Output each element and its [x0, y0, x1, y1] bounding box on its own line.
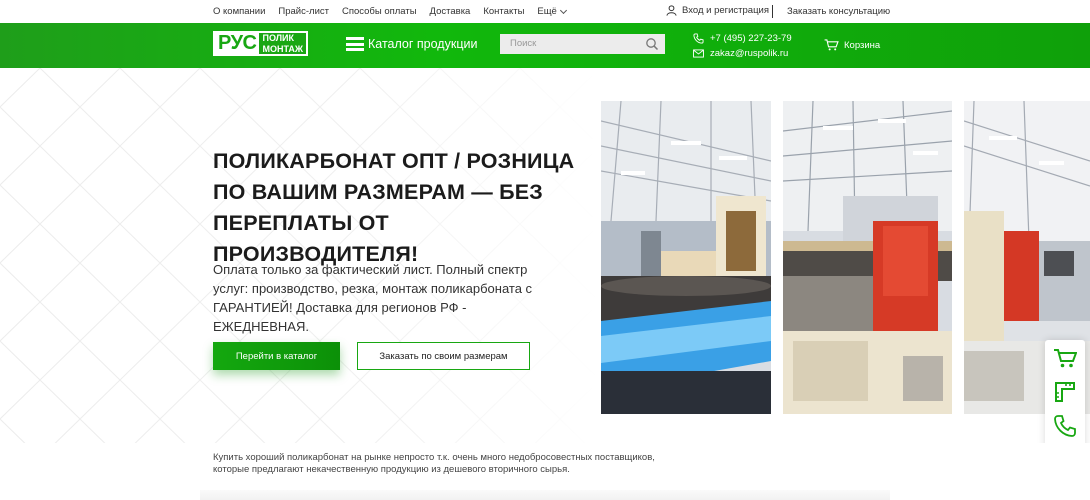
- hero-description: Оплата только за фактический лист. Полны…: [213, 262, 533, 334]
- search-placeholder: Поиск: [510, 38, 537, 49]
- factory-photo-1: [601, 101, 771, 414]
- ruler-widget-icon[interactable]: [1053, 380, 1077, 404]
- catalog-label: Каталог продукции: [368, 37, 478, 51]
- divider: [772, 5, 773, 18]
- cart-button[interactable]: Корзина: [824, 39, 880, 51]
- nav-about[interactable]: О компании: [213, 6, 265, 17]
- cart-label: Корзина: [844, 39, 881, 51]
- contacts-block: +7 (495) 227-23-79 zakaz@ruspolik.ru: [693, 31, 792, 61]
- phone-row[interactable]: +7 (495) 227-23-79: [693, 31, 792, 46]
- hero-title: ПОЛИКАРБОНАТ ОПТ / РОЗНИЦА ПО ВАШИМ РАЗМ…: [213, 149, 575, 266]
- email-address: zakaz@ruspolik.ru: [710, 48, 789, 59]
- nav-more-label: Ещё: [537, 6, 557, 17]
- burger-icon: [346, 37, 364, 51]
- chevron-down-icon: [559, 6, 567, 14]
- search-icon[interactable]: [645, 37, 659, 51]
- nav-contacts[interactable]: Контакты: [483, 6, 524, 17]
- nav-payment[interactable]: Способы оплаты: [342, 6, 417, 17]
- phone-widget-icon[interactable]: [1053, 414, 1077, 438]
- factory-photo-2: [783, 101, 952, 414]
- logo-top: ПОЛИК: [262, 33, 294, 43]
- phone-icon: [693, 33, 704, 44]
- consultation-link[interactable]: Заказать консультацию: [787, 6, 890, 17]
- top-bar: О компании Прайс-лист Способы оплаты Дос…: [0, 0, 1090, 23]
- top-nav: О компании Прайс-лист Способы оплаты Дос…: [213, 6, 579, 17]
- mail-icon: [693, 49, 704, 58]
- login-label: Вход и регистрация: [682, 5, 769, 16]
- hero-section: ПОЛИКАРБОНАТ ОПТ / РОЗНИЦА ПО ВАШИМ РАЗМ…: [0, 68, 1090, 443]
- custom-size-order-button[interactable]: Заказать по своим размерам: [357, 342, 530, 370]
- search-input[interactable]: Поиск: [500, 34, 665, 54]
- main-header: РУС ПОЛИК МОНТАЖ Каталог продукции Поиск…: [0, 23, 1090, 68]
- email-row[interactable]: zakaz@ruspolik.ru: [693, 46, 792, 61]
- user-icon: [666, 5, 677, 16]
- cart-icon: [824, 39, 839, 51]
- logo-box: ПОЛИК МОНТАЖ: [259, 33, 307, 54]
- phone-number: +7 (495) 227-23-79: [710, 33, 792, 44]
- nav-more[interactable]: Ещё: [537, 6, 567, 17]
- cart-widget-icon[interactable]: [1053, 346, 1077, 370]
- nav-price-list[interactable]: Прайс-лист: [278, 6, 329, 17]
- nav-delivery[interactable]: Доставка: [430, 6, 471, 17]
- side-widgets: [1045, 340, 1085, 443]
- logo-main: РУС: [215, 33, 260, 54]
- site-logo[interactable]: РУС ПОЛИК МОНТАЖ: [213, 31, 309, 56]
- login-link[interactable]: Вход и регистрация: [666, 5, 769, 16]
- catalog-menu-button[interactable]: Каталог продукции: [346, 37, 477, 51]
- logo-bottom: МОНТАЖ: [262, 43, 304, 54]
- section-divider: [200, 490, 890, 500]
- intro-paragraph: Купить хороший поликарбонат на рынке неп…: [213, 452, 655, 475]
- go-to-catalog-button[interactable]: Перейти в каталог: [213, 342, 340, 370]
